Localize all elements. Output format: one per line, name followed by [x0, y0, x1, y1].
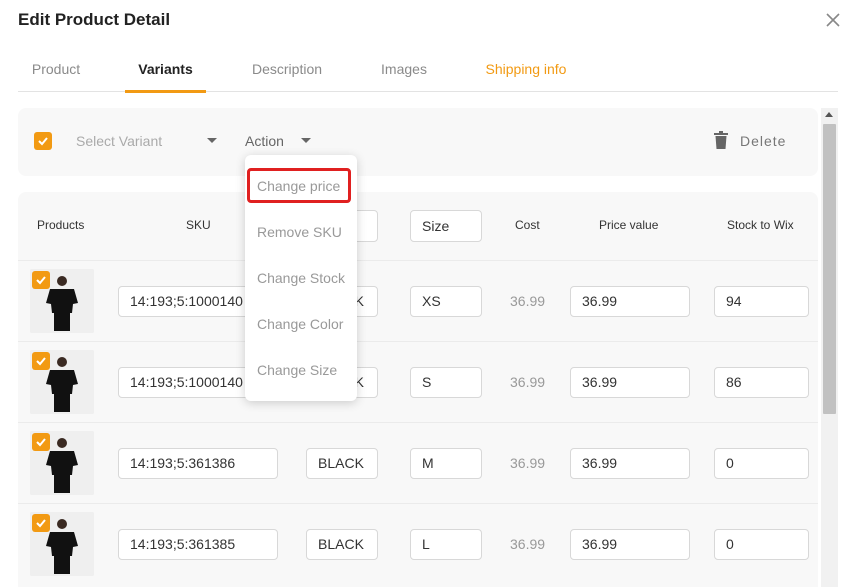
vertical-scrollbar[interactable] — [821, 108, 838, 587]
row-checkbox[interactable] — [32, 352, 50, 370]
chevron-down-icon — [207, 138, 217, 143]
delete-button[interactable]: Delete — [714, 130, 794, 154]
menu-item-remove-sku[interactable]: Remove SKU — [257, 224, 342, 240]
checkmark-icon — [36, 276, 46, 285]
tab-description[interactable]: Description — [249, 54, 325, 92]
tab-product[interactable]: Product — [30, 54, 82, 92]
row-checkbox[interactable] — [32, 271, 50, 289]
trash-icon — [714, 131, 728, 149]
select-variant-placeholder: Select Variant — [76, 133, 163, 149]
header-products: Products — [37, 218, 85, 232]
stock-input[interactable]: 0 — [714, 529, 809, 560]
row-checkbox[interactable] — [32, 514, 50, 532]
cost-value: 36.99 — [510, 293, 546, 309]
menu-item-change-stock[interactable]: Change Stock — [257, 270, 345, 286]
scrollbar-thumb[interactable] — [823, 124, 836, 414]
tab-bar: Product Variants Description Images Ship… — [18, 54, 838, 93]
close-button[interactable] — [824, 9, 842, 31]
stock-input[interactable]: 94 — [714, 286, 809, 317]
sku-input[interactable]: 14:193;5:361385 — [118, 529, 278, 560]
price-input[interactable]: 36.99 — [570, 367, 690, 398]
action-label: Action — [245, 133, 284, 149]
select-variant-dropdown[interactable]: Select Variant — [76, 130, 221, 152]
menu-item-change-size[interactable]: Change Size — [257, 362, 337, 378]
price-input[interactable]: 36.99 — [570, 448, 690, 479]
checkmark-icon — [36, 438, 46, 447]
size-input[interactable]: M — [410, 448, 482, 479]
highlight-annotation — [247, 168, 351, 203]
row-checkbox[interactable] — [32, 433, 50, 451]
checkmark-icon — [36, 357, 46, 366]
modal-title: Edit Product Detail — [18, 10, 171, 29]
close-icon — [826, 13, 840, 27]
color-input[interactable]: BLACK — [306, 529, 378, 560]
checkmark-icon — [36, 519, 46, 528]
checkmark-icon — [38, 137, 48, 146]
cost-value: 36.99 — [510, 374, 546, 390]
cost-value: 36.99 — [510, 536, 546, 552]
size-input[interactable]: XS — [410, 286, 482, 317]
stock-input[interactable]: 86 — [714, 367, 809, 398]
price-input[interactable]: 36.99 — [570, 286, 690, 317]
delete-label: Delete — [740, 133, 787, 149]
header-price: Price value — [599, 218, 659, 232]
table-row: 14:193;5:361386 BLACK M 36.99 36.99 0 — [18, 422, 818, 503]
price-input[interactable]: 36.99 — [570, 529, 690, 560]
table-row: 14:193;5:1000140 BLACK S 36.99 36.99 86 — [18, 341, 818, 422]
variants-table: Products SKU Size Cost Price value Stock… — [18, 192, 818, 587]
variant-toolbar: Select Variant Action Delete — [18, 108, 818, 176]
action-dropdown[interactable]: Action — [245, 130, 315, 152]
tab-images[interactable]: Images — [379, 54, 429, 92]
scroll-up-arrow-icon[interactable] — [825, 112, 833, 117]
cost-value: 36.99 — [510, 455, 546, 471]
header-stock: Stock to Wix — [727, 218, 794, 232]
header-cost: Cost — [515, 218, 540, 232]
chevron-down-icon — [301, 138, 311, 143]
table-row: 14:193;5:361385 BLACK L 36.99 36.99 0 — [18, 503, 818, 584]
tab-shipping-info[interactable]: Shipping info — [482, 54, 570, 92]
menu-item-change-color[interactable]: Change Color — [257, 316, 343, 332]
table-row: 14:193;5:1000140 BLACK XS 36.99 36.99 94 — [18, 260, 818, 341]
tab-variants[interactable]: Variants — [125, 54, 206, 93]
header-size-select[interactable]: Size — [410, 210, 482, 242]
size-input[interactable]: L — [410, 529, 482, 560]
stock-input[interactable]: 0 — [714, 448, 809, 479]
header-sku: SKU — [186, 218, 211, 232]
select-all-checkbox[interactable] — [34, 132, 52, 150]
sku-input[interactable]: 14:193;5:361386 — [118, 448, 278, 479]
color-input[interactable]: BLACK — [306, 448, 378, 479]
size-input[interactable]: S — [410, 367, 482, 398]
